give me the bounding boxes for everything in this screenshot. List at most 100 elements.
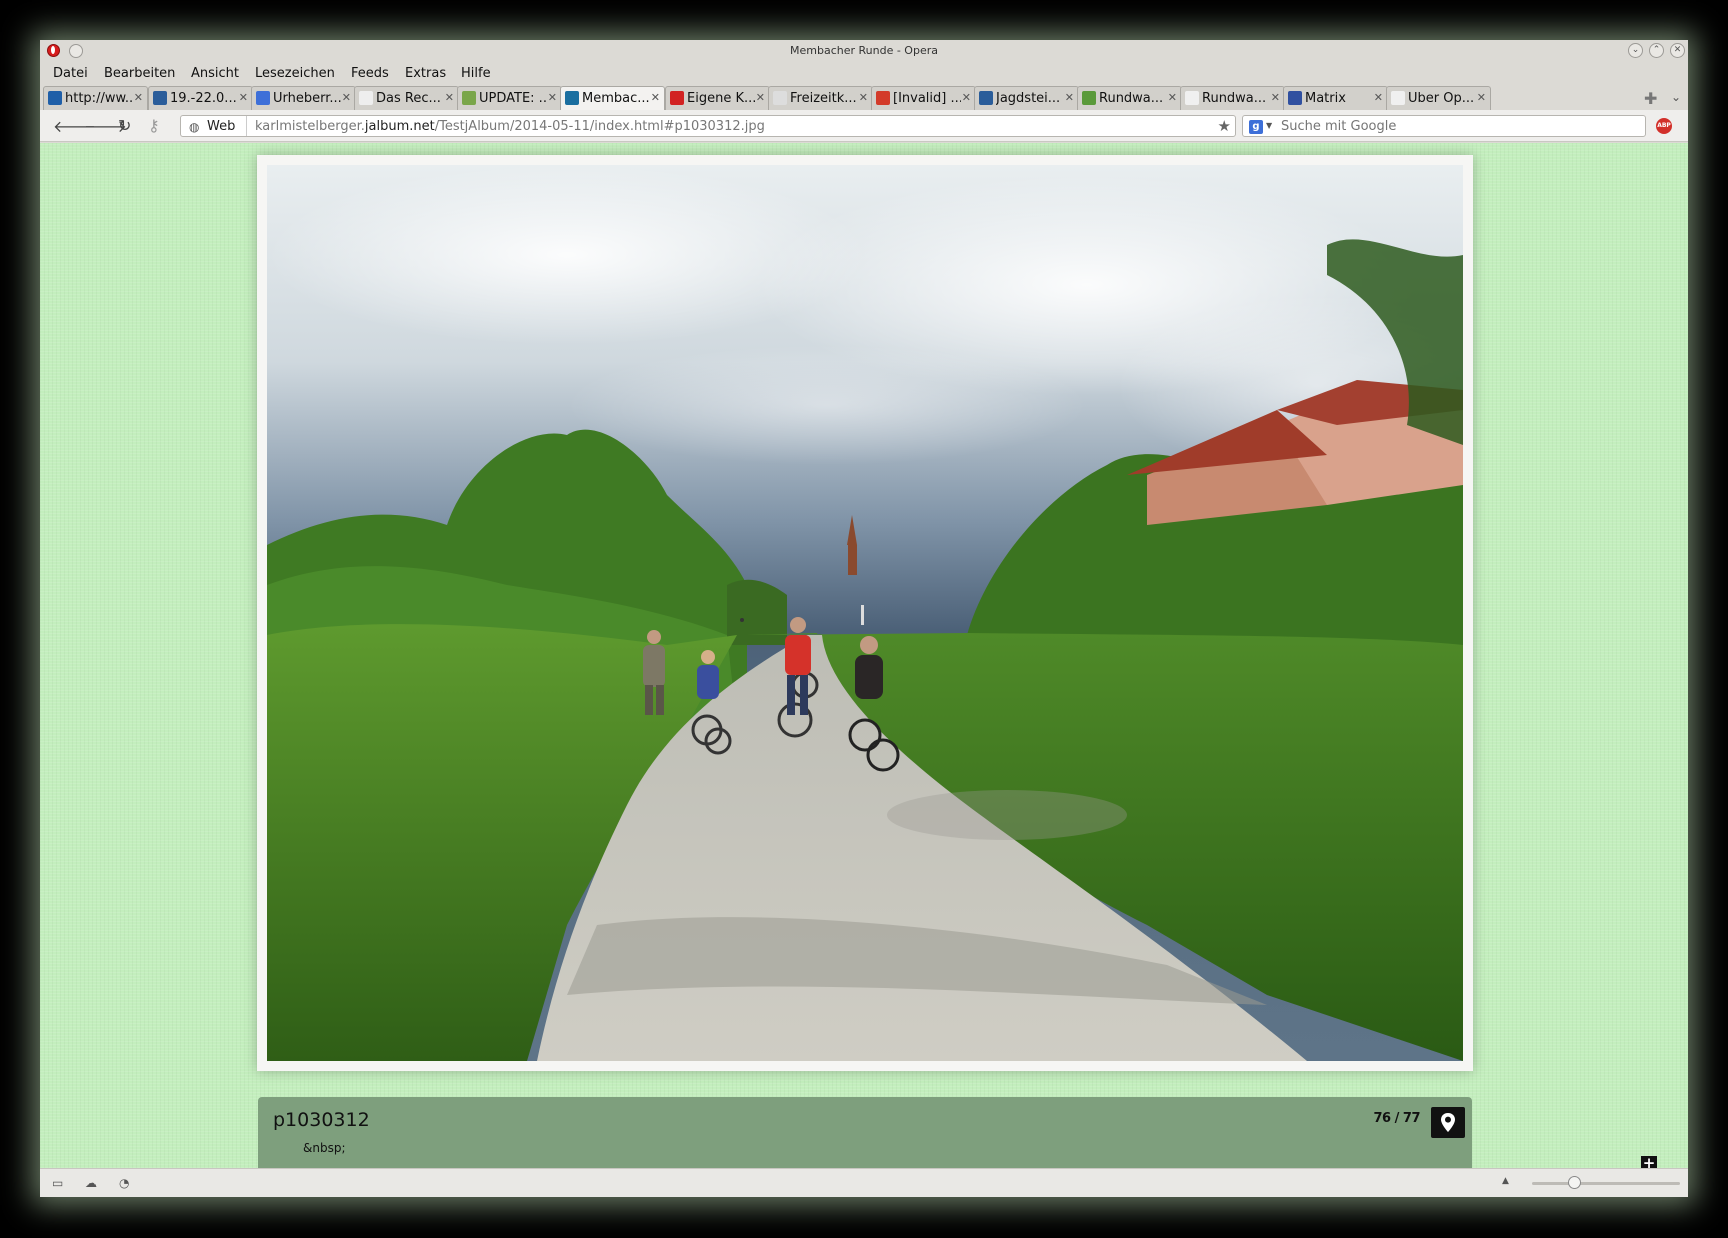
zoom-popup-arrow-icon[interactable]: ▲ bbox=[1502, 1176, 1509, 1186]
close-tab-icon[interactable]: ✕ bbox=[859, 91, 868, 104]
url-host-main: jalbum.net bbox=[364, 119, 435, 134]
map-pin-icon bbox=[1441, 1113, 1455, 1132]
favicon-icon bbox=[979, 91, 993, 105]
menu-lesezeichen[interactable]: Lesezeichen bbox=[255, 66, 335, 81]
menu-ansicht[interactable]: Ansicht bbox=[191, 66, 239, 81]
google-search-engine-icon[interactable]: g bbox=[1249, 120, 1263, 134]
status-bar: ▭ ☁ ◔ ▲ bbox=[40, 1168, 1688, 1197]
close-window-button[interactable]: ✕ bbox=[1670, 43, 1685, 58]
close-tab-icon[interactable]: ✕ bbox=[1168, 91, 1177, 104]
tab-label: Rundwa... bbox=[1202, 91, 1267, 106]
minimize-button[interactable]: ⌄ bbox=[1628, 43, 1643, 58]
album-photo[interactable] bbox=[267, 165, 1463, 1061]
unite-cloud-icon[interactable]: ☁ bbox=[85, 1176, 97, 1190]
tab-7[interactable]: Eigene K... ✕ bbox=[665, 86, 770, 110]
photo-frame bbox=[257, 155, 1473, 1071]
adblock-icon[interactable]: ABP bbox=[1656, 118, 1672, 134]
reload-icon[interactable]: ↻ bbox=[118, 116, 131, 135]
favicon-icon bbox=[876, 91, 890, 105]
tab-13[interactable]: Matrix ✕ bbox=[1283, 86, 1388, 110]
key-icon[interactable]: ⚷ bbox=[148, 116, 160, 135]
close-tab-icon[interactable]: ✕ bbox=[1374, 91, 1383, 104]
favicon-icon bbox=[1082, 91, 1096, 105]
tab-label: Eigene K... bbox=[687, 91, 755, 106]
tab-6[interactable]: Membac... ✕ bbox=[560, 86, 665, 110]
photo-caption-panel: p1030312 &nbsp; 76 / 77 bbox=[258, 1097, 1472, 1168]
tab-3[interactable]: Urheberr... ✕ bbox=[251, 86, 356, 110]
close-tab-icon[interactable]: ✕ bbox=[445, 91, 454, 104]
search-box[interactable]: g ▼ bbox=[1242, 115, 1646, 137]
favicon-icon bbox=[256, 91, 270, 105]
zoom-slider-thumb[interactable] bbox=[1568, 1176, 1581, 1189]
globe-icon: ◍ bbox=[189, 120, 200, 134]
close-tab-icon[interactable]: ✕ bbox=[1477, 91, 1486, 104]
address-bar[interactable]: ◍ Web karlmistelberger.jalbum.net/TestjA… bbox=[180, 115, 1236, 137]
tab-list-chevron-down-icon[interactable]: ⌄ bbox=[1671, 90, 1681, 104]
favicon-icon bbox=[1391, 91, 1405, 105]
favicon-icon bbox=[1288, 91, 1302, 105]
menu-bar: Datei Bearbeiten Ansicht Lesezeichen Fee… bbox=[40, 62, 1688, 84]
tab-5[interactable]: UPDATE: ... ✕ bbox=[457, 86, 562, 110]
url-text[interactable]: karlmistelberger.jalbum.net/TestjAlbum/2… bbox=[255, 119, 765, 134]
tab-9[interactable]: [Invalid] ... ✕ bbox=[871, 86, 976, 110]
url-host-prefix: karlmistelberger. bbox=[255, 119, 365, 134]
close-tab-icon[interactable]: ✕ bbox=[342, 91, 351, 104]
tab-label: Rundwa... bbox=[1099, 91, 1164, 106]
tab-8[interactable]: Freizeitk... ✕ bbox=[768, 86, 873, 110]
page-viewport: p1030312 &nbsp; 76 / 77 + bbox=[40, 143, 1688, 1168]
tab-12[interactable]: Rundwa... ✕ bbox=[1180, 86, 1285, 110]
site-info-label[interactable]: Web bbox=[207, 119, 235, 134]
window-title: Membacher Runde - Opera bbox=[790, 44, 938, 57]
favicon-icon bbox=[565, 91, 579, 105]
navigation-toolbar: 🡐 🡒 ↻ ⚷ ◍ Web karlmistelberger.jalbum.ne… bbox=[40, 110, 1688, 142]
favicon-icon bbox=[670, 91, 684, 105]
close-tab-icon[interactable]: ✕ bbox=[962, 91, 971, 104]
favicon-icon bbox=[773, 91, 787, 105]
close-tab-icon[interactable]: ✕ bbox=[651, 91, 660, 104]
turbo-gauge-icon[interactable]: ◔ bbox=[119, 1176, 129, 1190]
browser-window: Membacher Runde - Opera ⌄ ⌃ ✕ Datei Bear… bbox=[40, 40, 1688, 1197]
close-tab-icon[interactable]: ✕ bbox=[134, 91, 143, 104]
close-tab-icon[interactable]: ✕ bbox=[1065, 91, 1074, 104]
tab-label: Jagdstei... bbox=[996, 91, 1061, 106]
tab-label: 19.-22.0... bbox=[170, 91, 237, 106]
search-input[interactable] bbox=[1281, 118, 1641, 134]
tab-4[interactable]: Das Rec... ✕ bbox=[354, 86, 459, 110]
bookmark-star-icon[interactable]: ★ bbox=[1218, 117, 1231, 135]
expand-plus-button[interactable]: + bbox=[1641, 1156, 1657, 1168]
favicon-icon bbox=[359, 91, 373, 105]
close-tab-icon[interactable]: ✕ bbox=[239, 91, 248, 104]
tab-10[interactable]: Jagdstei... ✕ bbox=[974, 86, 1079, 110]
tab-bar: http://ww... ✕ 19.-22.0... ✕ Urheberr... ✕ Das… bbox=[40, 86, 1688, 110]
menu-extras[interactable]: Extras bbox=[405, 66, 446, 81]
tab-11[interactable]: Rundwa... ✕ bbox=[1077, 86, 1182, 110]
zoom-slider-track[interactable] bbox=[1532, 1182, 1680, 1185]
favicon-icon bbox=[1185, 91, 1199, 105]
close-tab-icon[interactable]: ✕ bbox=[548, 91, 557, 104]
favicon-icon bbox=[153, 91, 167, 105]
menu-hilfe[interactable]: Hilfe bbox=[461, 66, 491, 81]
menu-feeds[interactable]: Feeds bbox=[351, 66, 389, 81]
menu-bearbeiten[interactable]: Bearbeiten bbox=[104, 66, 175, 81]
favicon-icon bbox=[48, 91, 62, 105]
url-path: /TestjAlbum/2014-05-11/index.html#p10303… bbox=[434, 119, 765, 134]
favicon-icon bbox=[462, 91, 476, 105]
tab-label: Urheberr... bbox=[273, 91, 341, 106]
tab-1[interactable]: http://ww... ✕ bbox=[43, 86, 148, 110]
maximize-button[interactable]: ⌃ bbox=[1649, 43, 1664, 58]
close-tab-icon[interactable]: ✕ bbox=[756, 91, 765, 104]
tab-label: Membac... bbox=[582, 91, 650, 106]
tab-14[interactable]: Über Op... ✕ bbox=[1386, 86, 1491, 110]
panel-toggle-icon[interactable]: ▭ bbox=[52, 1176, 63, 1190]
tab-2[interactable]: 19.-22.0... ✕ bbox=[148, 86, 253, 110]
tab-label: Freizeitk... bbox=[790, 91, 857, 106]
map-marker-button[interactable] bbox=[1431, 1107, 1465, 1138]
tab-label: UPDATE: ... bbox=[479, 91, 547, 106]
menu-datei[interactable]: Datei bbox=[53, 66, 88, 81]
tab-label: Das Rec... bbox=[376, 91, 441, 106]
close-tab-icon[interactable]: ✕ bbox=[1271, 91, 1280, 104]
chevron-down-icon[interactable]: ▼ bbox=[1266, 121, 1272, 130]
tab-label: Matrix bbox=[1305, 91, 1346, 106]
photo-counter: 76 / 77 bbox=[1373, 1111, 1421, 1126]
new-tab-icon[interactable]: ✚ bbox=[1644, 89, 1657, 108]
